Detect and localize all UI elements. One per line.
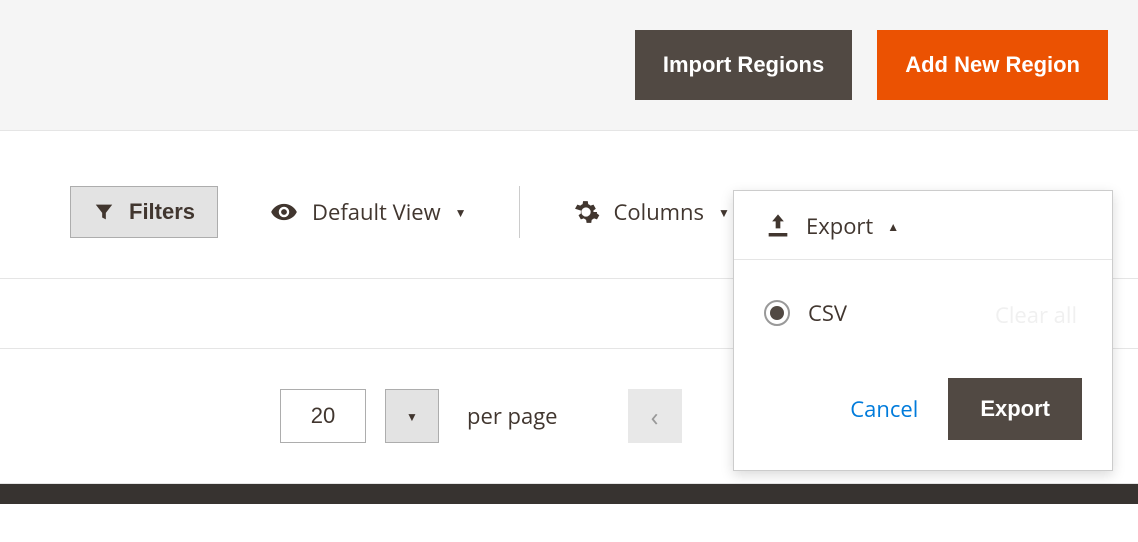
cancel-link[interactable]: Cancel	[850, 394, 918, 424]
chevron-down-icon: ▼	[406, 408, 418, 425]
export-panel: Export ▲ Clear all CSV Cancel Export	[733, 190, 1113, 471]
clear-all-link[interactable]: Clear all	[995, 300, 1077, 330]
toolbar-divider	[519, 186, 520, 238]
export-actions: Cancel Export	[764, 378, 1082, 440]
import-regions-button[interactable]: Import Regions	[635, 30, 852, 100]
export-label: Export	[806, 211, 873, 241]
radio-icon	[764, 300, 790, 326]
export-toggle[interactable]: Export ▲	[734, 191, 1112, 260]
export-body: Clear all CSV Cancel Export	[734, 260, 1112, 470]
chevron-up-icon: ▲	[887, 218, 899, 235]
view-switcher[interactable]: Default View ▼	[258, 189, 479, 235]
view-label: Default View	[312, 197, 441, 227]
gear-icon	[572, 198, 600, 226]
chevron-down-icon: ▼	[718, 204, 730, 221]
per-page-label: per page	[467, 401, 558, 431]
table-header-bar	[0, 484, 1138, 504]
chevron-down-icon: ▼	[455, 204, 467, 221]
add-new-region-button[interactable]: Add New Region	[877, 30, 1108, 100]
header-actions: Import Regions Add New Region	[0, 0, 1138, 131]
filters-label: Filters	[129, 199, 195, 225]
columns-control[interactable]: Columns ▼	[560, 189, 742, 235]
eye-icon	[270, 198, 298, 226]
export-submit-button[interactable]: Export	[948, 378, 1082, 440]
pager-prev-button[interactable]: ‹	[628, 389, 682, 443]
filters-button[interactable]: Filters	[70, 186, 218, 238]
export-option-label: CSV	[808, 298, 847, 328]
page-size-input[interactable]	[280, 389, 366, 443]
page-size-dropdown[interactable]: ▼	[385, 389, 439, 443]
columns-label: Columns	[614, 197, 704, 227]
export-icon	[764, 212, 792, 240]
funnel-icon	[93, 201, 115, 223]
chevron-left-icon: ‹	[651, 398, 659, 434]
